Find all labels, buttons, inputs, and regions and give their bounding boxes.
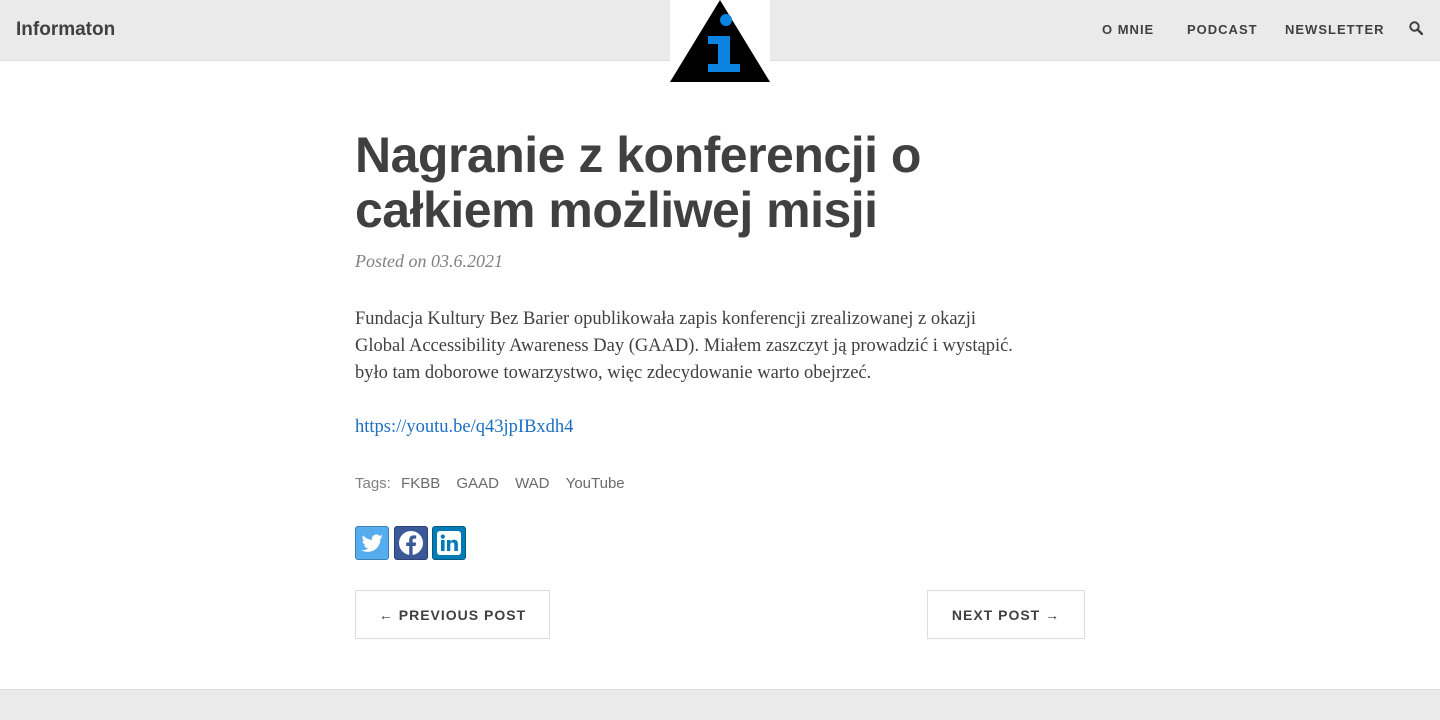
search-icon[interactable]: [1409, 21, 1425, 37]
linkedin-share-button[interactable]: [432, 526, 466, 560]
navbar: Informaton O MNIE PODCAST NEWSLETTER: [0, 0, 1440, 84]
nav-link-podcast[interactable]: PODCAST: [1187, 22, 1258, 37]
post-body-line: było tam doborowe towarzystwo, więc zdec…: [355, 363, 872, 383]
post-body-line: Fundacja Kultury Bez Barier opublikowała…: [355, 309, 977, 329]
post-body-line: Global Accessibility Awareness Day (GAAD…: [355, 336, 1013, 356]
next-post-button[interactable]: NEXT POST →: [927, 590, 1085, 639]
tag-youtube[interactable]: YouTube: [566, 475, 625, 492]
tag-fkbb[interactable]: FKBB: [401, 475, 440, 492]
twitter-share-button[interactable]: [355, 526, 389, 560]
footer: [0, 689, 1440, 720]
brand-link[interactable]: Informaton: [16, 19, 115, 41]
facebook-share-button[interactable]: [394, 526, 428, 560]
post-title: Nagranie z konferencji o całkiem możliwe…: [355, 127, 921, 238]
twitter-icon: [361, 534, 383, 552]
previous-post-button[interactable]: ← PREVIOUS POST: [355, 590, 550, 639]
tags-label: Tags:: [355, 475, 391, 492]
tag-wad[interactable]: WAD: [515, 475, 549, 492]
post-meta: Posted on 03.6.2021: [355, 251, 503, 271]
info-triangle-icon: [670, 0, 770, 82]
site-logo[interactable]: [670, 0, 770, 84]
youtube-link[interactable]: https://youtu.be/q43jpIBxdh4: [355, 417, 573, 438]
post-body: Fundacja Kultury Bez Barier opublikowała…: [355, 306, 1085, 387]
facebook-icon: [399, 531, 423, 555]
tags-list: Tags: FKBB GAAD WAD YouTube: [355, 475, 625, 492]
nav-link-o-mnie[interactable]: O MNIE: [1102, 22, 1154, 37]
nav-link-newsletter[interactable]: NEWSLETTER: [1285, 22, 1385, 37]
linkedin-icon: [437, 531, 461, 555]
tag-gaad[interactable]: GAAD: [456, 475, 499, 492]
